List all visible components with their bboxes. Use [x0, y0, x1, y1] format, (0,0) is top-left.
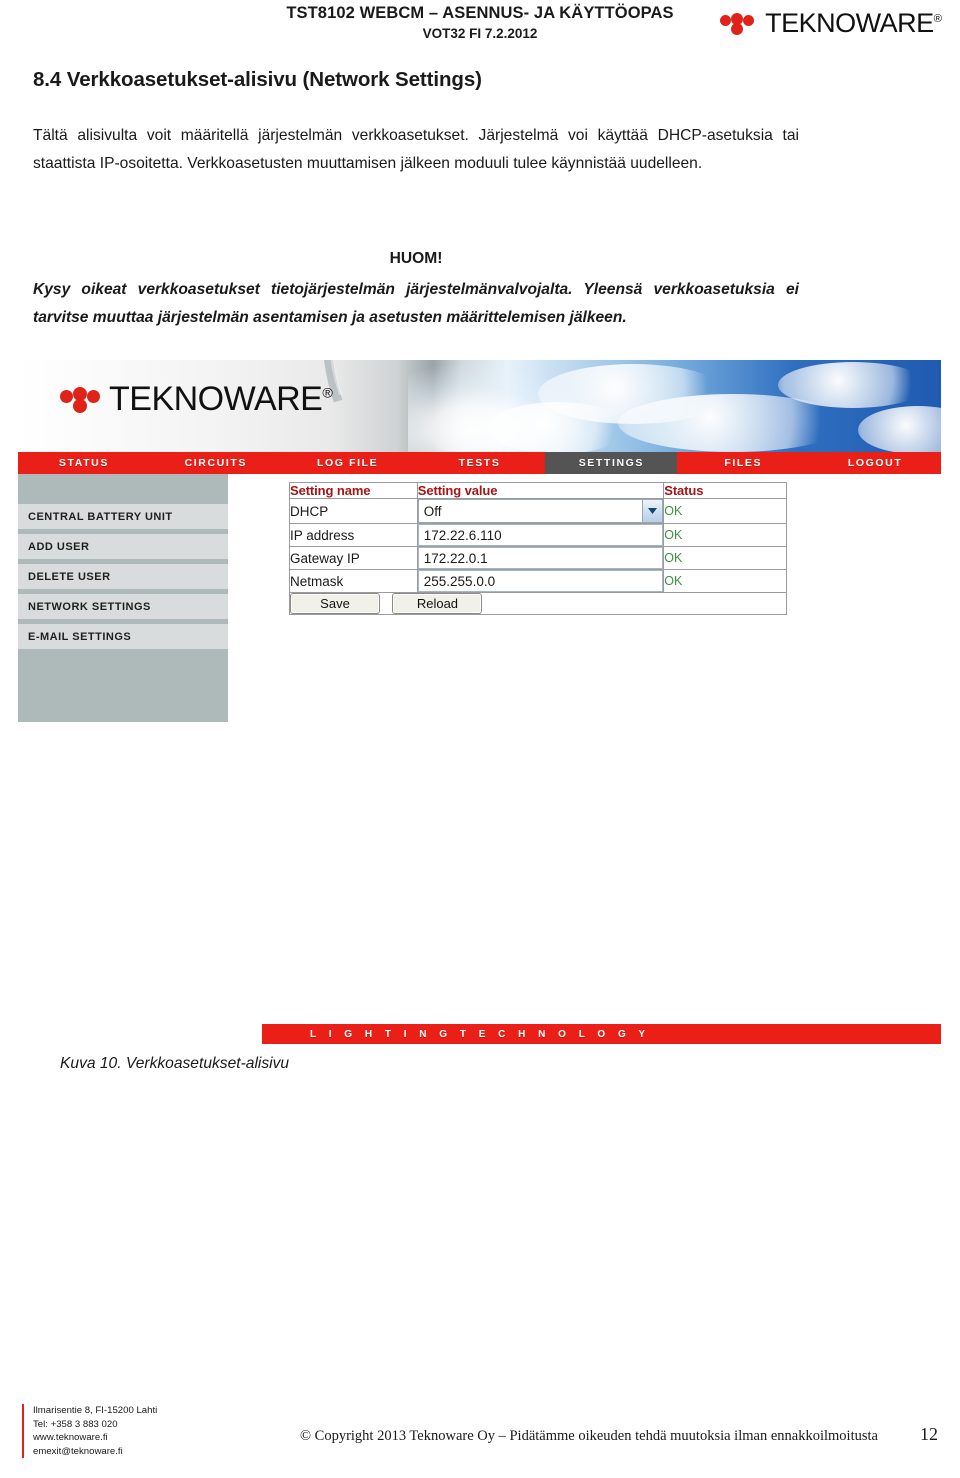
web-ui-banner: TEKNOWARE® [18, 360, 941, 452]
intro-paragraph: Tältä alisivulta voit määritellä järjest… [33, 127, 799, 172]
section-heading: 8.4 Verkkoasetukset-alisivu (Network Set… [33, 68, 482, 91]
teknoware-dots-icon [60, 384, 106, 414]
status-netmask: OK [663, 569, 787, 593]
network-settings-table: Setting name Setting value Status DHCP O… [289, 482, 787, 615]
netmask-input[interactable] [417, 570, 664, 592]
embedded-screenshot: TEKNOWARE® STATUS CIRCUITS LOG FILE TEST… [0, 352, 941, 1052]
nav-item-tests[interactable]: TESTS [414, 452, 546, 474]
web-ui-footer-bar: L I G H T I N G T E C H N O L O G Y [262, 1024, 941, 1044]
status-dhcp: OK [663, 498, 787, 524]
sidebar-item-central-battery-unit[interactable]: CENTRAL BATTERY UNIT [18, 504, 228, 534]
setting-value-cell-gateway-ip [416, 546, 665, 570]
footer-address-block: Ilmarisentie 8, FI-15200 Lahti Tel: +358… [22, 1404, 158, 1459]
footer-address-email: emexit@teknoware.fi [33, 1445, 123, 1457]
registered-mark-icon: ® [933, 12, 942, 25]
nav-item-log-file[interactable]: LOG FILE [282, 452, 414, 474]
column-header-setting-value: Setting value [416, 482, 665, 499]
table-row-gateway-ip: Gateway IP OK [289, 546, 787, 570]
column-header-setting-name: Setting name [289, 482, 418, 499]
setting-name-gateway-ip: Gateway IP [289, 546, 418, 570]
document-subtitle: VOT32 FI 7.2.2012 [422, 26, 538, 41]
teknoware-logo-header: TEKNOWARE® [720, 8, 942, 38]
note-paragraph: Kysy oikeat verkkoasetukset tietojärjest… [33, 281, 799, 326]
footer-address-phone: Tel: +358 3 883 020 [33, 1418, 118, 1430]
teknoware-wordmark: TEKNOWARE® [765, 7, 942, 38]
gateway-ip-input[interactable] [417, 547, 664, 569]
setting-name-ip-address: IP address [289, 523, 418, 547]
column-header-status: Status [663, 482, 787, 499]
setting-value-cell-dhcp: Off [416, 498, 665, 524]
status-ip-address: OK [663, 523, 787, 547]
teknoware-wordmark: TEKNOWARE® [109, 380, 333, 418]
sidebar-item-e-mail-settings[interactable]: E-MAIL SETTINGS [18, 624, 228, 654]
nav-item-status[interactable]: STATUS [18, 452, 150, 474]
sidebar-top-spacer [18, 474, 228, 504]
web-ui-footer-spacer [18, 1024, 262, 1044]
document-header: TST8102 WEBCM – ASENNUS- JA KÄYTTÖOPAS V… [0, 0, 960, 56]
save-button[interactable]: Save [290, 593, 380, 614]
footer-address-web: www.teknoware.fi [33, 1432, 108, 1444]
table-row-ip-address: IP address OK [289, 523, 787, 547]
sidebar-bottom-spacer [18, 654, 228, 722]
setting-value-cell-ip-address [416, 523, 665, 547]
lighting-technology-tagline: L I G H T I N G T E C H N O L O G Y [310, 1028, 651, 1040]
nav-item-logout[interactable]: LOGOUT [809, 452, 941, 474]
document-title: TST8102 WEBCM – ASENNUS- JA KÄYTTÖOPAS [286, 4, 674, 22]
setting-name-dhcp: DHCP [289, 498, 418, 524]
nav-item-settings[interactable]: SETTINGS [545, 452, 678, 474]
sidebar-item-network-settings[interactable]: NETWORK SETTINGS [18, 594, 228, 624]
figure-caption: Kuva 10. Verkkoasetukset-alisivu [60, 1055, 290, 1072]
teknoware-dots-icon [720, 10, 762, 36]
table-header-row: Setting name Setting value Status [289, 482, 787, 499]
cloud-decoration [778, 362, 928, 408]
setting-name-netmask: Netmask [289, 569, 418, 593]
registered-mark-icon: ® [322, 385, 333, 402]
table-row-netmask: Netmask OK [289, 569, 787, 593]
footer-address-street: Ilmarisentie 8, FI-15200 Lahti [33, 1405, 158, 1416]
dhcp-select[interactable]: Off [417, 499, 664, 523]
table-row-dhcp: DHCP Off OK [289, 498, 787, 524]
footer-copyright: © Copyright 2013 Teknoware Oy – Pidätämm… [300, 1428, 878, 1444]
status-gateway-ip: OK [663, 546, 787, 570]
teknoware-logo-banner: TEKNOWARE® [60, 382, 333, 416]
web-ui-navbar: STATUS CIRCUITS LOG FILE TESTS SETTINGS … [18, 452, 941, 474]
sidebar-item-delete-user[interactable]: DELETE USER [18, 564, 228, 594]
sidebar-item-add-user[interactable]: ADD USER [18, 534, 228, 564]
footer-page-number: 12 [920, 1424, 938, 1444]
cloud-decoration [858, 406, 941, 452]
reload-button[interactable]: Reload [392, 593, 483, 614]
note-heading: HUOM! [389, 250, 443, 267]
nav-item-files[interactable]: FILES [677, 452, 809, 474]
table-actions-cell: Save Reload [289, 592, 787, 615]
dhcp-select-value: Off [423, 503, 442, 519]
chevron-down-icon[interactable] [642, 500, 663, 522]
setting-value-cell-netmask [416, 569, 665, 593]
web-ui-sidebar: CENTRAL BATTERY UNIT ADD USER DELETE USE… [18, 474, 228, 722]
ip-address-input[interactable] [417, 524, 664, 546]
nav-item-circuits[interactable]: CIRCUITS [150, 452, 282, 474]
table-row-actions: Save Reload [289, 592, 787, 615]
